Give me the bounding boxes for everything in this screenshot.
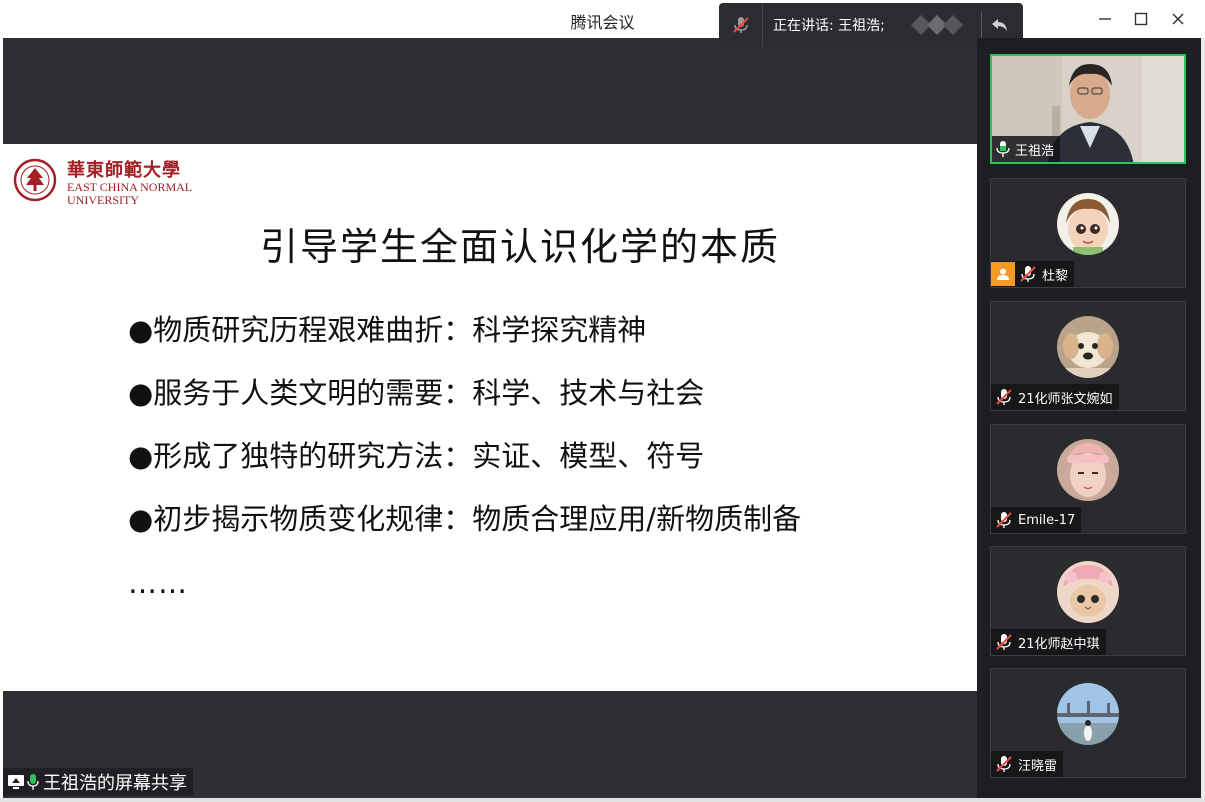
mic-muted-icon [996, 512, 1012, 528]
participant-name-tag: 杜黎 [991, 261, 1075, 287]
participant-tile[interactable]: 21化师赵中琪 [990, 546, 1186, 656]
participant-name: 21化师赵中琪 [1018, 636, 1100, 652]
bullet-list: ●物质研究历程艰难曲折：科学探究精神 ●服务于人类文明的需要：科学、技术与社会 … [128, 310, 801, 600]
mic-muted-icon [996, 389, 1012, 405]
avatar [1057, 439, 1119, 501]
bullet-item: ●服务于人类文明的需要：科学、技术与社会 [128, 376, 705, 410]
participant-name-tag: 汪晓雷 [991, 751, 1064, 777]
participant-name: 汪晓雷 [1018, 758, 1058, 774]
speaking-label: 正在讲话: 王祖浩; [773, 18, 885, 34]
slide-ellipsis: …… [128, 566, 188, 600]
presentation-slide: 華東師範大學 EAST CHINA NORMAL UNIVERSITY 引导学生… [3, 144, 977, 691]
mic-muted-icon [996, 634, 1012, 650]
participant-panel: 王祖浩 杜黎 21化师张文婉如 Emile-17 21化师赵中琪 汪晓雷 [977, 38, 1201, 798]
participant-name-tag: Emile-17 [991, 507, 1082, 533]
participant-tile[interactable]: 21化师张文婉如 [990, 301, 1186, 411]
minimize-button[interactable] [1090, 6, 1120, 32]
logo-chinese-name: 華東師範大學 [67, 160, 181, 181]
screen-share-icon [8, 775, 24, 789]
voice-wave-icon [911, 15, 963, 35]
title-bar: 腾讯会议 [0, 0, 1205, 38]
mic-muted-icon [1020, 266, 1036, 282]
close-icon [1172, 13, 1184, 25]
logo-english-name-line2: UNIVERSITY [67, 193, 139, 207]
minimize-icon [1099, 18, 1111, 20]
university-seal-icon [13, 158, 57, 202]
participant-tile[interactable]: 王祖浩 [990, 54, 1186, 164]
screen-share-label: 王祖浩的屏幕共享 [3, 768, 193, 796]
slide-title: 引导学生全面认识化学的本质 [259, 225, 780, 269]
participant-tile[interactable]: Emile-17 [990, 424, 1186, 534]
participant-tile[interactable]: 汪晓雷 [990, 668, 1186, 778]
window-edge [1201, 38, 1205, 802]
maximize-button[interactable] [1126, 6, 1156, 32]
participant-name-tag: 王祖浩 [992, 136, 1061, 162]
participant-name: 王祖浩 [1015, 143, 1055, 159]
avatar [1057, 193, 1119, 255]
app-title: 腾讯会议 [570, 13, 635, 32]
mic-on-icon [996, 141, 1010, 157]
participant-name: 杜黎 [1042, 268, 1069, 284]
participant-name-tag: 21化师张文婉如 [991, 384, 1119, 410]
avatar [1057, 316, 1119, 378]
avatar [1057, 561, 1119, 623]
bullet-item: ●物质研究历程艰难曲折：科学探究精神 [128, 313, 647, 347]
user-icon [991, 262, 1015, 286]
participant-name-tag: 21化师赵中琪 [991, 629, 1106, 655]
close-button[interactable] [1163, 6, 1193, 32]
window-bottom-edge [0, 798, 1205, 802]
avatar [1057, 683, 1119, 745]
share-label-text: 王祖浩的屏幕共享 [43, 773, 187, 794]
mic-muted-icon [996, 756, 1012, 772]
university-logo: 華東師範大學 EAST CHINA NORMAL UNIVERSITY [13, 154, 193, 210]
return-arrow-icon [992, 19, 1007, 31]
mic-muted-button[interactable] [719, 3, 763, 47]
mic-muted-icon [732, 17, 749, 33]
participant-name: 21化师张文婉如 [1018, 391, 1113, 407]
participant-name: Emile-17 [1018, 512, 1076, 528]
bullet-item: ●初步揭示物质变化规律：物质合理应用/新物质制备 [128, 502, 802, 536]
mic-on-icon [27, 774, 39, 790]
maximize-icon [1134, 12, 1148, 26]
bullet-item: ●形成了独特的研究方法：实证、模型、符号 [128, 439, 705, 473]
participant-tile[interactable]: 杜黎 [990, 178, 1186, 288]
